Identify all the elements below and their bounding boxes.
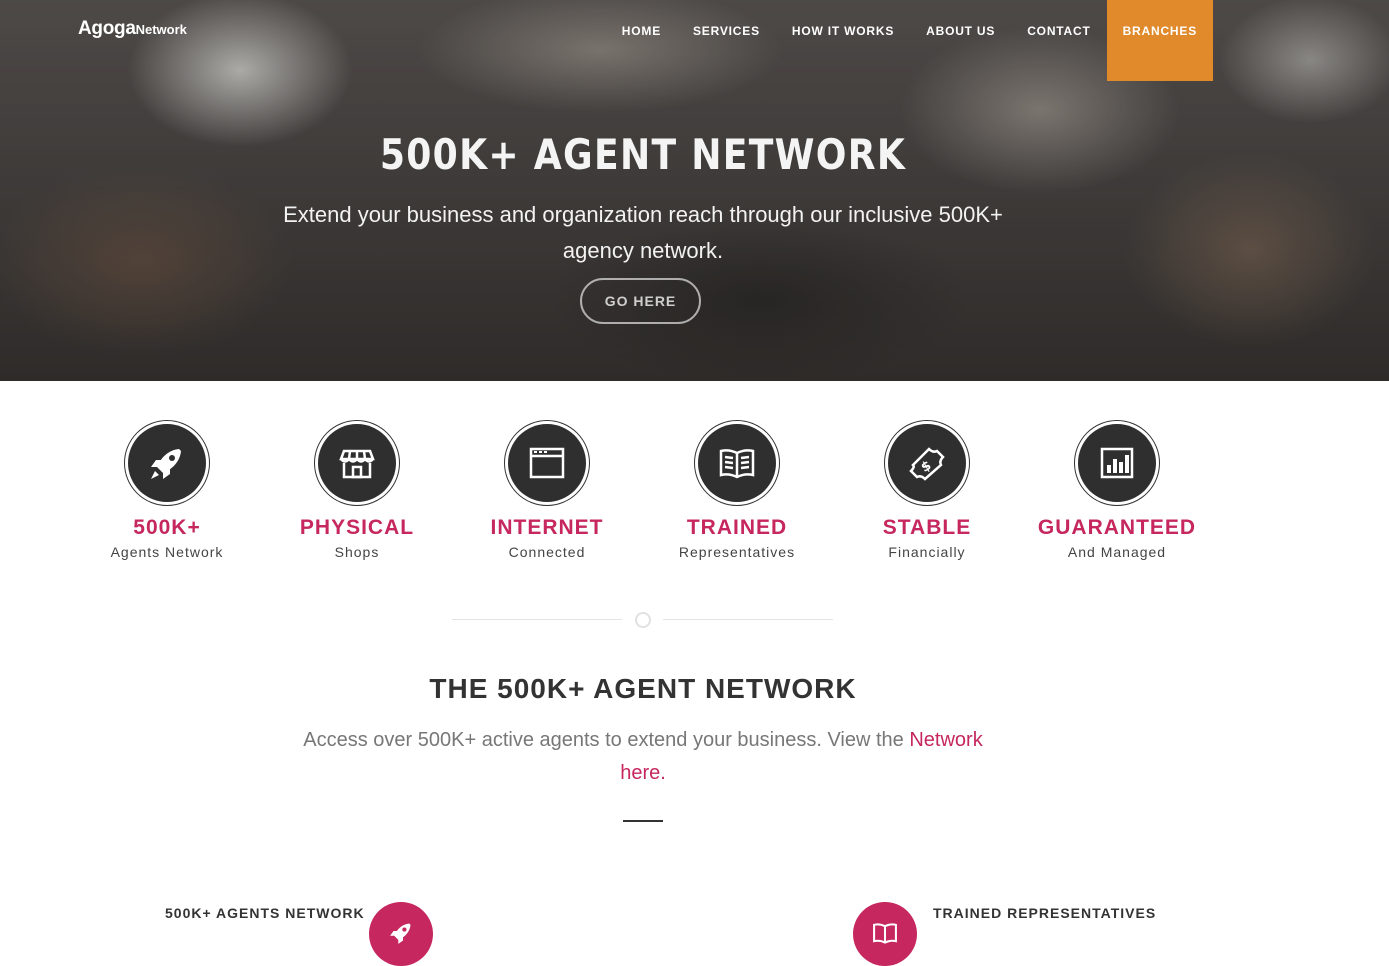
feature-title: 500K+ (133, 516, 201, 539)
bottom-item-title-representatives: TRAINED REPRESENTATIVES (933, 905, 1157, 921)
go-here-button[interactable]: GO HERE (580, 278, 701, 324)
divider-line-right (663, 619, 833, 620)
divider-line-left (452, 619, 622, 620)
main-navigation: HOME SERVICES HOW IT WORKS ABOUT US CONT… (606, 0, 1213, 81)
section-description: Access over 500K+ active agents to exten… (303, 729, 983, 784)
feature-subtitle: Representatives (678, 544, 796, 560)
feature-agents-network: 500K+ Agents Network (72, 420, 262, 560)
feature-subtitle: Connected (508, 544, 586, 560)
feature-trained-representatives: TRAINED Representatives (642, 420, 832, 560)
feature-stable-financially: $ STABLE Financially (832, 420, 1022, 560)
open-book-icon (853, 902, 917, 966)
open-book-icon (698, 424, 776, 502)
feature-internet-connected: INTERNET Connected (452, 420, 642, 560)
divider-circle-icon (635, 612, 651, 628)
nav-item-home[interactable]: HOME (606, 0, 677, 81)
feature-title: PHYSICAL (299, 516, 415, 539)
feature-title: STABLE (882, 516, 972, 539)
hero-banner: AgogaNetwork HOME SERVICES HOW IT WORKS … (0, 0, 1389, 381)
hero-title: 500K+ AGENT NETWORK (379, 130, 907, 179)
feature-subtitle: And Managed (1067, 544, 1167, 560)
feature-title: INTERNET (490, 516, 604, 539)
money-icon: $ (888, 424, 966, 502)
nav-item-services[interactable]: SERVICES (677, 0, 776, 81)
rocket-icon (369, 902, 433, 966)
section-underline (623, 820, 663, 822)
brand-name-sub: Network (135, 22, 187, 37)
nav-item-about-us[interactable]: ABOUT US (910, 0, 1011, 81)
brand-name-main: Agoga (78, 18, 136, 39)
feature-title: TRAINED (686, 516, 788, 539)
shop-icon (318, 424, 396, 502)
features-row: 500K+ Agents Network PHYSICAL Shops INTE… (72, 420, 1212, 560)
brand-logo[interactable]: AgogaNetwork (78, 18, 187, 40)
feature-guaranteed-managed: GUARANTEED And Managed (1022, 420, 1212, 560)
browser-window-icon (508, 424, 586, 502)
feature-physical-shops: PHYSICAL Shops (262, 420, 452, 560)
nav-item-contact[interactable]: CONTACT (1011, 0, 1106, 81)
feature-title: GUARANTEED (1037, 516, 1197, 539)
nav-item-branches[interactable]: BRANCHES (1106, 0, 1213, 81)
nav-item-how-it-works[interactable]: HOW IT WORKS (776, 0, 910, 81)
rocket-icon (128, 424, 206, 502)
feature-subtitle: Financially (888, 544, 966, 560)
hero-subtitle: Extend your business and organization re… (283, 202, 1003, 263)
section-title: THE 500K+ AGENT NETWORK (429, 673, 857, 704)
bar-chart-icon (1078, 424, 1156, 502)
bottom-item-title-agents: 500K+ AGENTS NETWORK (165, 905, 365, 921)
feature-subtitle: Shops (334, 544, 380, 560)
feature-subtitle: Agents Network (110, 544, 224, 560)
